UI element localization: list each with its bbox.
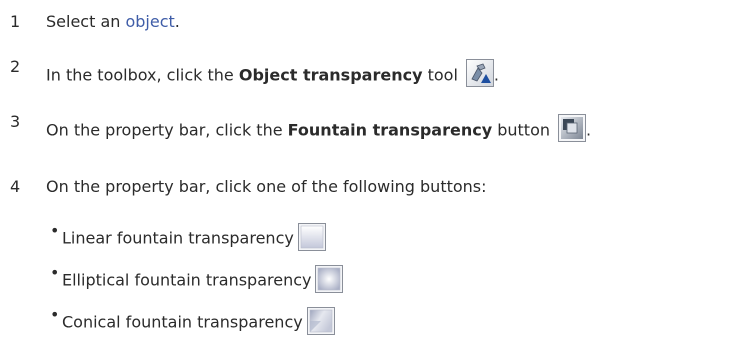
bullet: • bbox=[50, 221, 60, 240]
option-linear: • Linear fountain transparency bbox=[50, 221, 326, 253]
step-number: 2 bbox=[10, 57, 21, 76]
step-number: 1 bbox=[10, 12, 21, 31]
step-text: On the property bar, click the bbox=[46, 120, 288, 140]
option-elliptical: • Elliptical fountain transparency bbox=[50, 263, 344, 295]
tool-name: Object transparency bbox=[238, 65, 423, 85]
object-transparency-tool-icon[interactable] bbox=[465, 59, 494, 87]
bullet: • bbox=[50, 263, 60, 282]
fountain-transparency-button-icon[interactable] bbox=[558, 114, 586, 142]
option-conical: • Conical fountain transparency bbox=[50, 305, 335, 337]
bullet: • bbox=[50, 305, 60, 324]
tool-name: Fountain transparency bbox=[287, 120, 493, 140]
option-label: Elliptical fountain transparency bbox=[62, 270, 312, 290]
object-link[interactable]: object bbox=[125, 12, 174, 31]
step-number: 4 bbox=[10, 177, 21, 196]
linear-fountain-icon[interactable] bbox=[297, 223, 326, 251]
option-label: Conical fountain transparency bbox=[62, 312, 303, 332]
conical-fountain-icon[interactable] bbox=[306, 307, 335, 335]
step-text: On the property bar, click one of the fo… bbox=[46, 177, 487, 196]
step-text: In the toolbox, click the bbox=[46, 65, 239, 85]
step-number: 3 bbox=[10, 112, 21, 131]
step-text: Select an bbox=[46, 12, 126, 31]
option-label: Linear fountain transparency bbox=[62, 228, 294, 248]
elliptical-fountain-icon[interactable] bbox=[315, 265, 344, 293]
